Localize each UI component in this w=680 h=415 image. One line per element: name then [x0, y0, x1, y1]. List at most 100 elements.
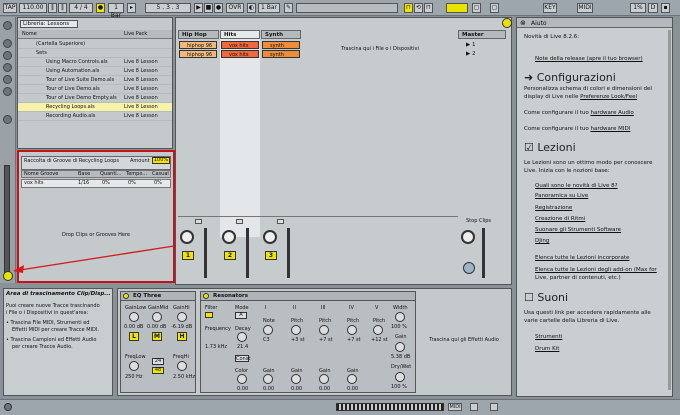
note-knob[interactable]: [263, 325, 273, 335]
loop-switch-icon[interactable]: ⟲: [414, 3, 423, 13]
pitch-knob[interactable]: [347, 325, 357, 335]
slope-48-button[interactable]: 48: [152, 367, 164, 374]
drywet-knob[interactable]: [395, 372, 405, 382]
signature-field[interactable]: 4 / 4: [69, 3, 93, 13]
groove-row[interactable]: vox hits 1/16 0% 0% 0%: [21, 179, 171, 188]
punch-in-icon[interactable]: ⊓: [404, 3, 413, 13]
lesson-link[interactable]: Quali sono le novità di Live 8?: [535, 183, 618, 190]
gain-knob[interactable]: [263, 374, 273, 384]
metronome-icon[interactable]: ●: [96, 3, 105, 13]
high-on-button[interactable]: H: [177, 332, 187, 341]
nudge-down-icon[interactable]: ‖: [48, 3, 57, 13]
track-overview[interactable]: [336, 403, 444, 411]
key-map-button[interactable]: KEY: [543, 3, 557, 13]
midi-track-label[interactable]: MIDI: [448, 403, 462, 411]
browser-row[interactable]: Tour of Live Demo Empty.als Live 8 Lesson: [18, 94, 172, 103]
browser-row[interactable]: Sets: [18, 49, 172, 58]
col-base[interactable]: Base: [78, 171, 90, 177]
pan-knob[interactable]: [222, 230, 236, 244]
plugin-browser-icon[interactable]: [3, 51, 12, 60]
mid-on-button[interactable]: M: [152, 332, 162, 341]
clip-stop-button[interactable]: [236, 219, 243, 224]
midi-map-button[interactable]: MIDI: [577, 3, 593, 13]
freqlow-knob[interactable]: [129, 361, 139, 371]
cue-knob[interactable]: [463, 262, 475, 274]
midi-hardware-link[interactable]: hardware MIDI: [590, 126, 630, 132]
lesson-link[interactable]: Panoramica su Live: [535, 193, 588, 200]
pan-knob[interactable]: [180, 230, 194, 244]
midi-map-icon[interactable]: ▢: [472, 3, 481, 13]
play-icon[interactable]: ▶: [194, 3, 203, 13]
clip-hits-1[interactable]: vox hits: [221, 41, 259, 49]
freqhi-knob[interactable]: [177, 361, 187, 371]
tempo-field[interactable]: 110.00: [19, 3, 47, 13]
draw-icon[interactable]: ✎: [284, 3, 293, 13]
library-selector[interactable]: Libreria: Lessons: [20, 20, 78, 28]
lesson-link[interactable]: Suonare gli Strumenti Software: [535, 227, 621, 234]
loop-length[interactable]: [446, 3, 468, 13]
file-browser-3-icon[interactable]: [3, 87, 12, 96]
browser-row[interactable]: Recording Audio.als Live 8 Lesson: [18, 112, 172, 121]
groove-base[interactable]: 1/16: [78, 180, 89, 187]
addon-lessons-link[interactable]: Elenca tutte le Lezioni degli add-on (Ma…: [535, 267, 657, 274]
punch-out-icon[interactable]: ⊓: [424, 3, 433, 13]
stop-all-clips-button[interactable]: Stop Clips: [458, 217, 506, 225]
master-pan-knob[interactable]: [461, 230, 475, 244]
all-lessons-link[interactable]: Elenca tutte le Lezioni incorporate: [535, 255, 629, 262]
output-gain-knob[interactable]: [395, 342, 405, 352]
track-header-hiphop[interactable]: Hip Hop: [178, 30, 219, 39]
browser-row[interactable]: Using Automation.als Live 8 Lesson: [18, 67, 172, 76]
kind-column-header[interactable]: Live Pack: [124, 30, 147, 39]
lesson-link[interactable]: DJing: [535, 238, 549, 245]
show-info-icon[interactable]: [4, 403, 12, 411]
loop-region[interactable]: [296, 3, 398, 13]
browser-row-selected[interactable]: Recycling Loops.als Live 8 Lesson: [18, 103, 172, 112]
computer-keyboard-icon[interactable]: ▢: [490, 3, 499, 13]
pitch-knob[interactable]: [319, 325, 329, 335]
pitch-knob[interactable]: [291, 325, 301, 335]
lesson-link[interactable]: Registrazione: [535, 205, 572, 212]
release-notes-link[interactable]: Note della release (apre il tuo browser): [535, 56, 643, 63]
amount-field[interactable]: 100%: [152, 157, 170, 164]
col-quantize[interactable]: Quanti...: [100, 171, 121, 177]
drum-kit-link[interactable]: Drum Kit: [535, 346, 559, 353]
overdub-button[interactable]: OVR: [226, 3, 244, 13]
device-power-icon[interactable]: [123, 293, 129, 299]
browser-row[interactable]: Tour of Live Suite Demo.als Live 8 Lesson: [18, 76, 172, 85]
volume-fader[interactable]: [204, 228, 207, 278]
track-activator-2[interactable]: 2: [224, 251, 236, 260]
scene-1[interactable]: ▶ 1: [466, 42, 475, 48]
help-close-icon[interactable]: ⊗: [520, 19, 526, 27]
col-name[interactable]: Nome Groove: [24, 171, 58, 177]
name-column-header[interactable]: Nome: [22, 30, 37, 39]
device-power-icon[interactable]: [203, 293, 209, 299]
col-timing[interactable]: Tempo...: [126, 171, 147, 177]
nudge-up-icon[interactable]: ‖: [58, 3, 67, 13]
track-header-master[interactable]: Master: [458, 30, 506, 39]
groove-quantize[interactable]: 0%: [102, 180, 110, 187]
session-arrangement-toggle-icon[interactable]: [502, 18, 512, 28]
pan-knob[interactable]: [263, 230, 277, 244]
color-knob[interactable]: [237, 374, 247, 384]
hot-swap-icon[interactable]: [3, 115, 12, 124]
volume-fader[interactable]: [287, 228, 290, 278]
tap-button[interactable]: TAP: [3, 3, 17, 13]
scene-2[interactable]: ▶ 2: [466, 51, 475, 57]
groove-random[interactable]: 0%: [154, 180, 162, 187]
arrangement-position[interactable]: 5 . 3 . 3: [145, 3, 191, 13]
stop-icon[interactable]: ■: [204, 3, 213, 13]
track-view-toggle-icon[interactable]: [470, 403, 478, 411]
help-scrollbar[interactable]: [668, 30, 671, 390]
track-header-synth[interactable]: Synth: [261, 30, 301, 39]
groove-timing[interactable]: 0%: [128, 180, 136, 187]
volume-fader[interactable]: [246, 228, 249, 278]
automation-icon[interactable]: ◐: [247, 3, 256, 13]
const-button[interactable]: Const: [235, 355, 250, 362]
track-header-hits[interactable]: Hits: [220, 30, 260, 39]
clip-hits-2[interactable]: vox hits: [221, 50, 259, 58]
clip-hiphop-1[interactable]: hiphop 96: [179, 41, 217, 49]
clip-stop-button[interactable]: [195, 219, 202, 224]
follow-icon[interactable]: ▸: [127, 3, 136, 13]
decay-knob[interactable]: [237, 332, 247, 342]
master-volume-fader[interactable]: [482, 228, 485, 278]
